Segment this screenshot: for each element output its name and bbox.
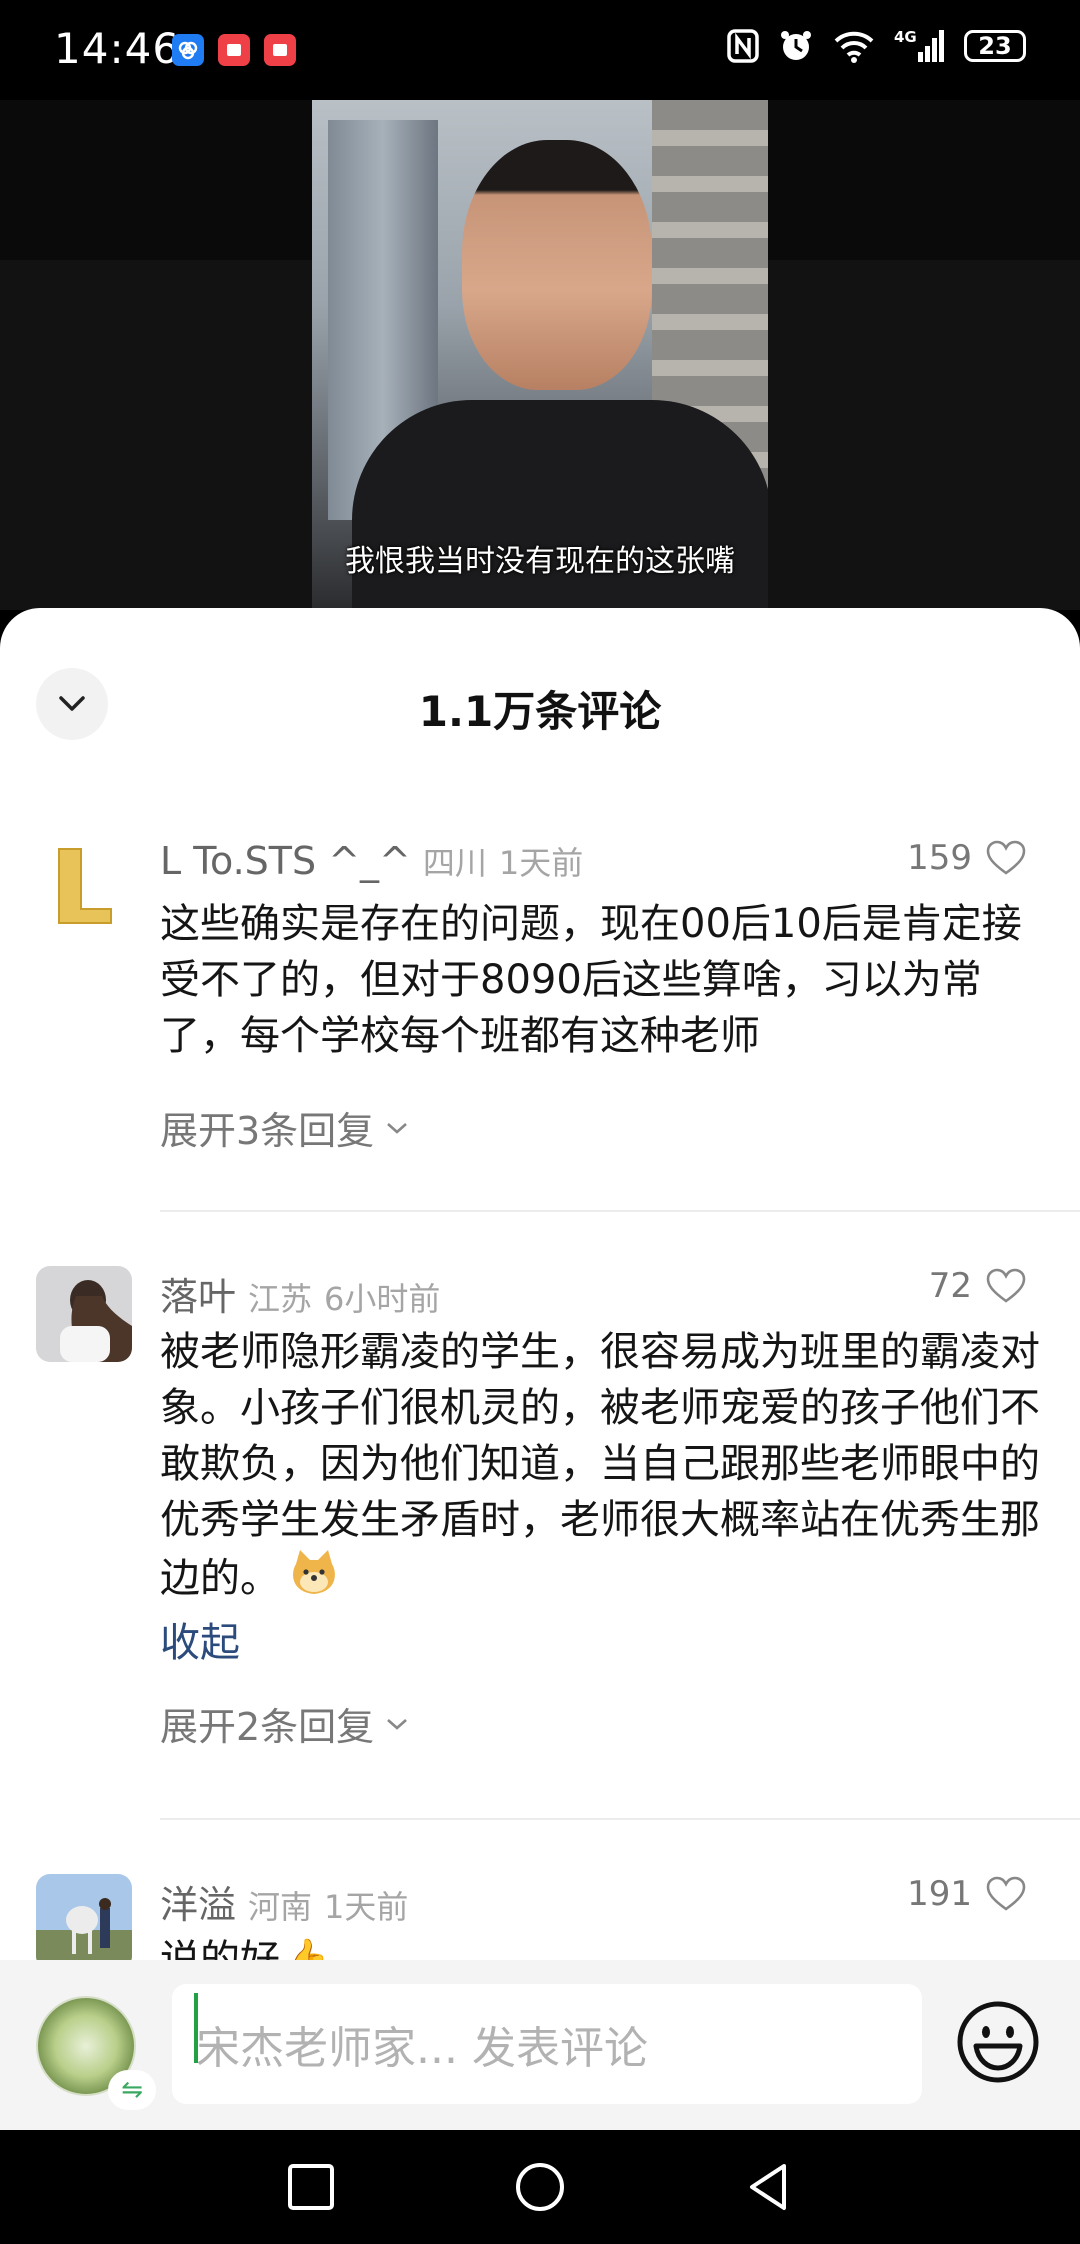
heart-icon <box>986 1268 1026 1303</box>
comment-item: 落叶 江苏 6小时前 72 被老师隐形霸凌的学生，很容易成为班里的霸凌对象。小孩… <box>0 1266 1080 1826</box>
comment-location: 江苏 <box>248 1280 313 1318</box>
text-cursor <box>194 1993 198 2063</box>
comments-count-title: 1.1万条评论 <box>418 687 662 736</box>
avatar[interactable] <box>36 1874 132 1970</box>
comment-username[interactable]: 洋溢 <box>160 1874 236 1929</box>
signal-icon: 4G <box>894 28 944 62</box>
like-button[interactable]: 191 <box>907 1874 1026 1914</box>
heart-icon <box>986 1876 1026 1911</box>
video-person-head <box>462 140 652 390</box>
video-subtitle: 我恨我当时没有现在的这张嘴 <box>345 544 735 579</box>
like-button[interactable]: 72 <box>929 1266 1026 1306</box>
avatar[interactable] <box>36 1266 132 1362</box>
alarm-icon <box>781 31 811 60</box>
comment-time: 1天前 <box>324 1888 409 1926</box>
comment-text[interactable]: 这些确实是存在的问题，现在00后10后是肯定接受不了的，但对于8090后这些算啥… <box>160 896 1040 1064</box>
comment-input[interactable]: 宋杰老师家... 发表评论 <box>172 1984 922 2104</box>
comment-username[interactable]: 落叶 <box>160 1266 236 1321</box>
comment-location: 河南 <box>248 1888 313 1926</box>
emoji-button-icon[interactable] <box>956 2000 1040 2084</box>
expand-replies-button[interactable]: 展开2条回复 <box>160 1696 410 1751</box>
switch-account-icon[interactable]: ⇋ <box>108 2070 156 2110</box>
comment-meta: L To.STS ^_^ 四川 1天前 <box>160 838 583 888</box>
app-notification-icon <box>172 34 204 66</box>
heart-icon <box>986 840 1026 875</box>
svg-text:4G: 4G <box>894 28 917 46</box>
back-button-icon[interactable] <box>744 2162 794 2212</box>
collapse-text-link[interactable]: 收起 <box>160 1610 240 1668</box>
divider <box>160 1210 1080 1212</box>
battery-indicator: 23 <box>964 30 1026 62</box>
video-area[interactable]: 我恨我当时没有现在的这张嘴 <box>0 100 1080 610</box>
video-player[interactable]: 我恨我当时没有现在的这张嘴 <box>312 100 768 610</box>
system-navigation-bar <box>0 2130 1080 2244</box>
comment-input-bar: ⇋ 宋杰老师家... 发表评论 <box>0 1960 1080 2130</box>
system-icons: 4G 23 <box>726 28 1026 64</box>
doge-emoji-icon <box>288 1548 340 1613</box>
recents-button-icon[interactable] <box>286 2162 336 2212</box>
book-notification-icon-2 <box>264 34 296 66</box>
comment-username[interactable]: L To.STS ^_^ <box>160 839 411 883</box>
comment-time: 6小时前 <box>324 1280 441 1318</box>
expand-replies-button[interactable]: 展开3条回复 <box>160 1100 410 1155</box>
comment-meta: 落叶 江苏 6小时前 <box>160 1266 440 1319</box>
like-count: 159 <box>907 838 972 878</box>
comment-meta: 洋溢 河南 1天前 <box>160 1874 408 1927</box>
like-count: 191 <box>907 1874 972 1914</box>
comment-time: 1天前 <box>498 844 584 882</box>
status-time: 14:46 <box>54 24 181 73</box>
status-bar: 14:46 4G 23 <box>0 0 1080 100</box>
chevron-down-icon <box>387 1122 408 1134</box>
chevron-down-icon <box>387 1718 408 1730</box>
wifi-icon <box>834 31 874 63</box>
divider <box>160 1818 1080 1820</box>
expand-replies-label: 展开3条回复 <box>160 1109 375 1153</box>
book-notification-icon <box>218 34 250 66</box>
notification-icons <box>172 34 296 66</box>
comment-location: 四川 <box>422 844 487 882</box>
expand-replies-label: 展开2条回复 <box>160 1705 375 1749</box>
comments-header: 1.1万条评论 <box>0 608 1080 788</box>
home-button-icon[interactable] <box>515 2162 565 2212</box>
comments-sheet: 1.1万条评论 L To.STS ^_^ 四川 1天前 159 这些确实是存在的… <box>0 608 1080 2130</box>
nfc-icon <box>727 29 759 63</box>
comment-text[interactable]: 被老师隐形霸凌的学生，很容易成为班里的霸凌对象。小孩子们很机灵的，被老师宠爱的孩… <box>160 1324 1040 1613</box>
like-button[interactable]: 159 <box>907 838 1026 878</box>
avatar[interactable] <box>36 838 132 934</box>
like-count: 72 <box>928 1266 972 1306</box>
comment-item: L To.STS ^_^ 四川 1天前 159 这些确实是存在的问题，现在00后… <box>0 838 1080 1228</box>
